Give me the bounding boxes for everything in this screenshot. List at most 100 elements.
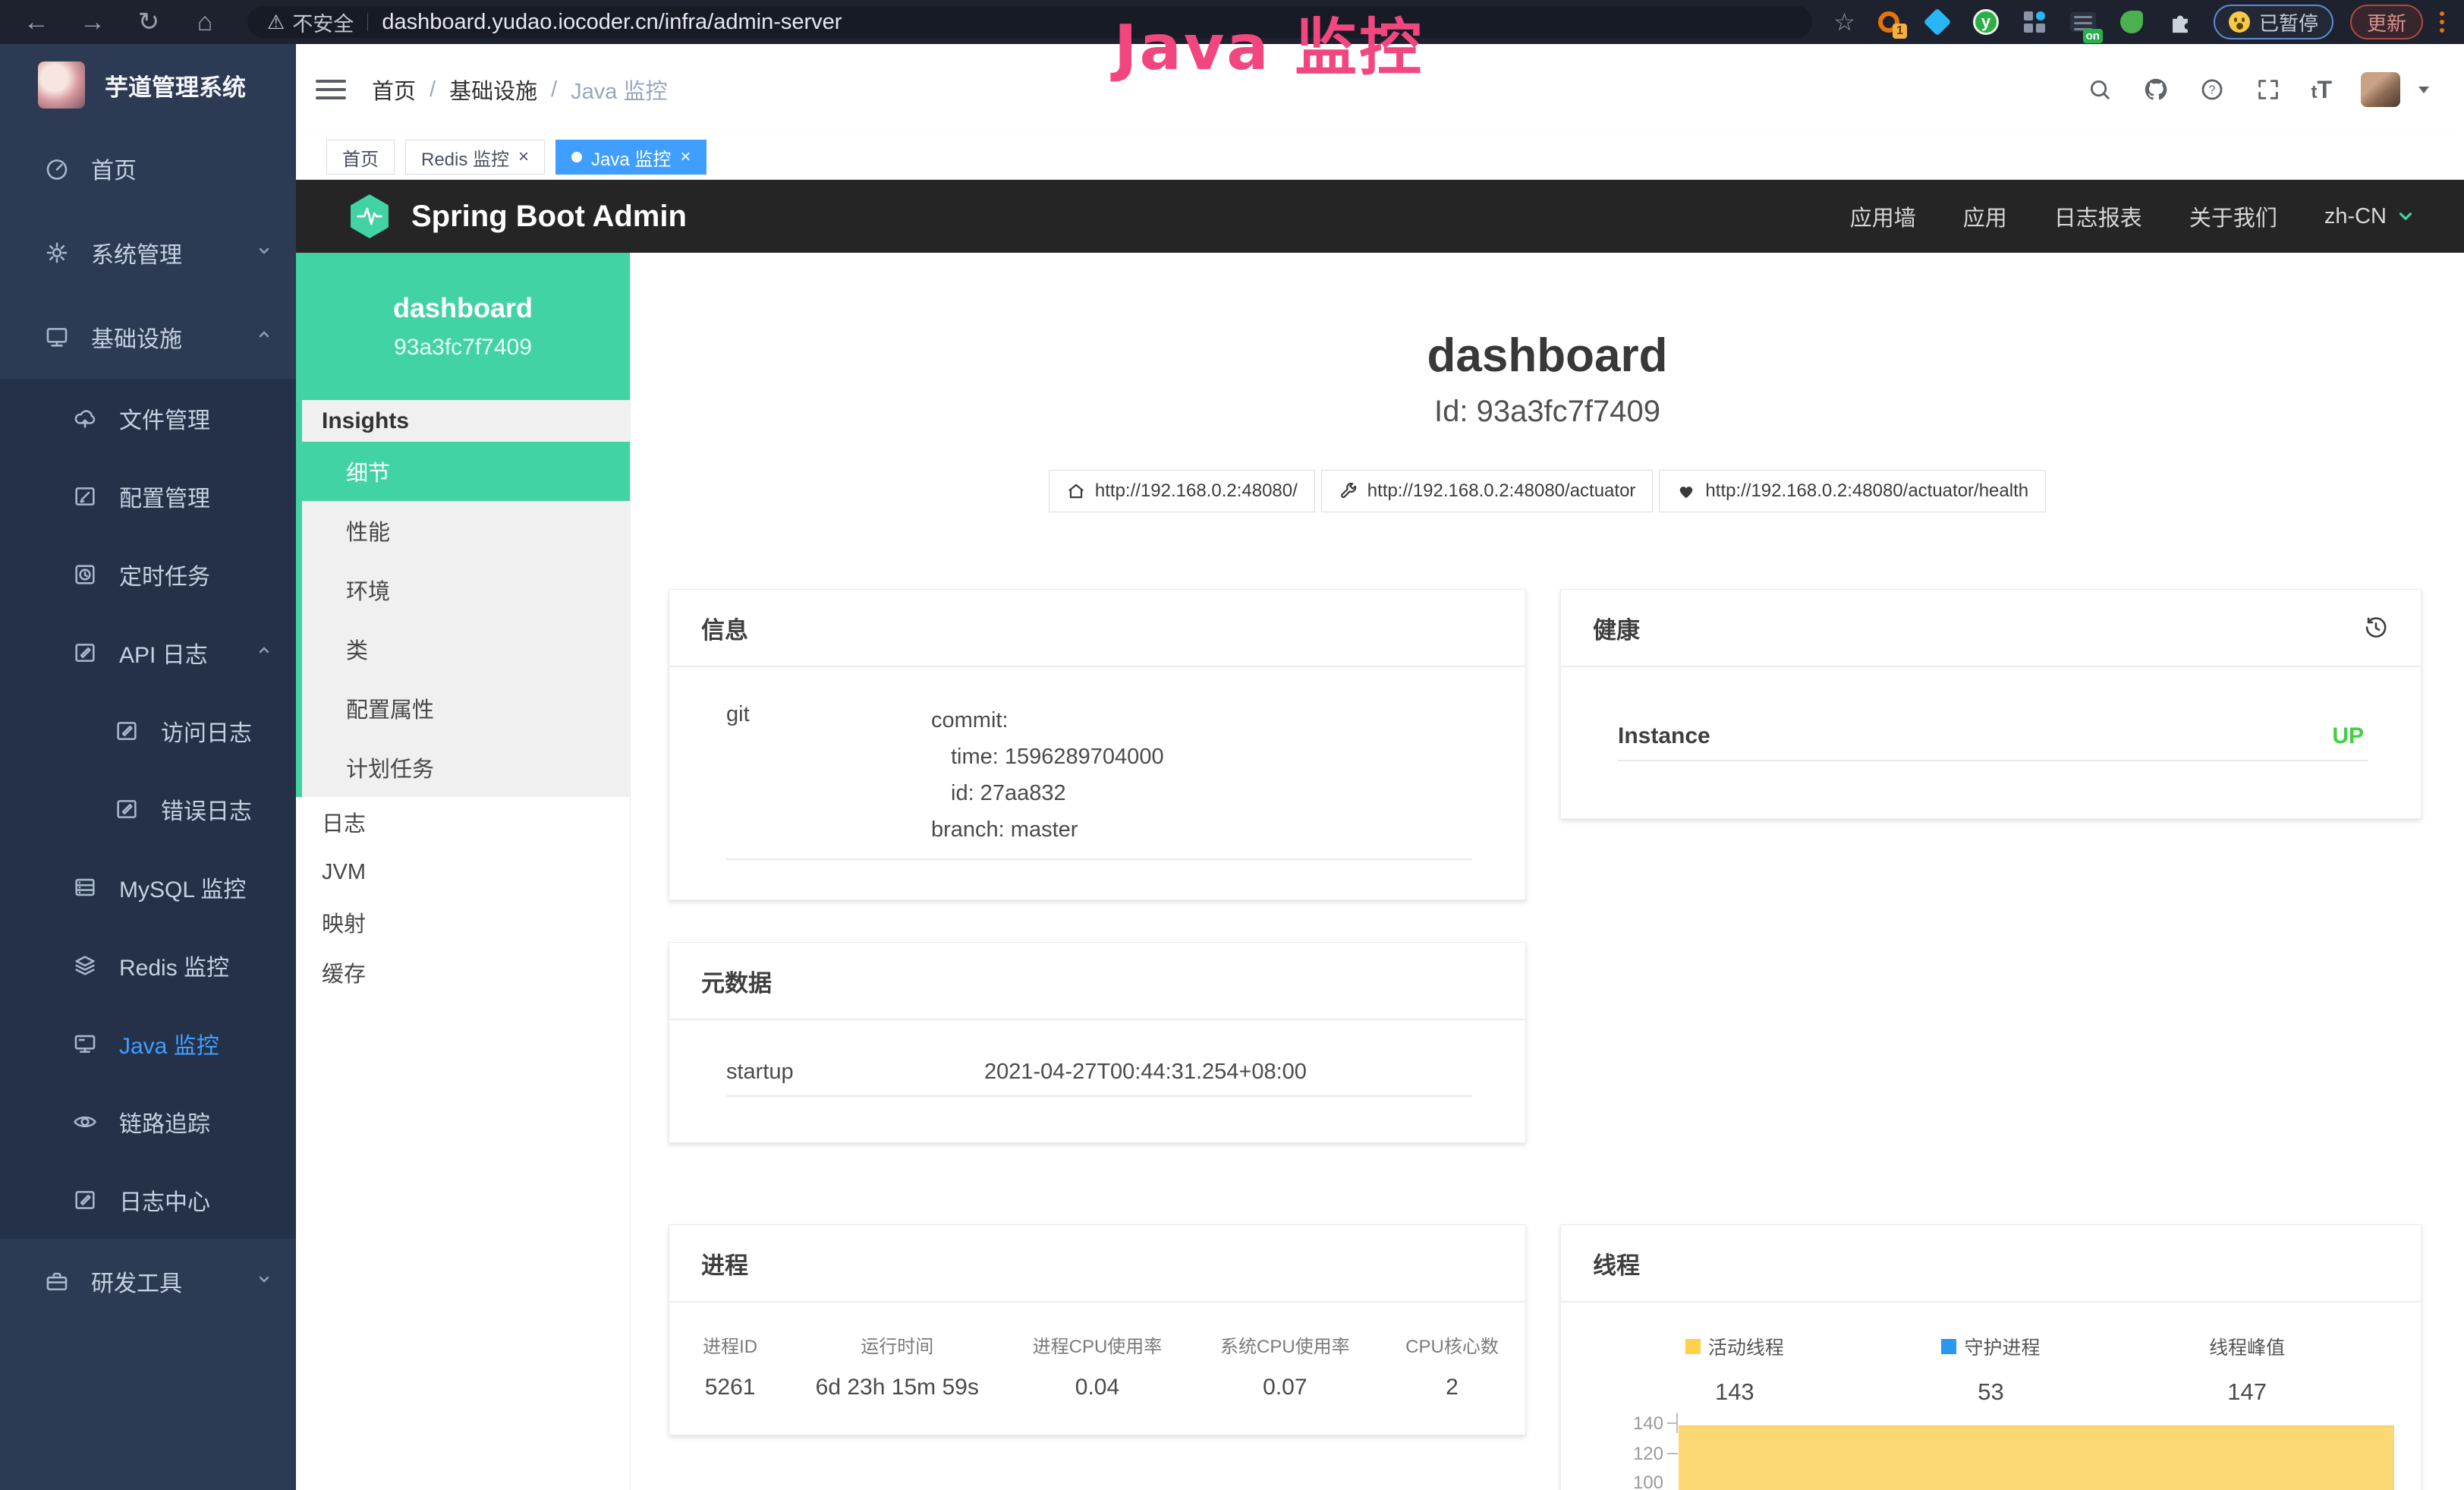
actuator-url-chip[interactable]: http://192.168.0.2:48080/actuator bbox=[1321, 470, 1654, 512]
monitor-icon bbox=[44, 324, 70, 350]
service-url-chip[interactable]: http://192.168.0.2:48080/ bbox=[1049, 470, 1315, 512]
github-icon[interactable] bbox=[2142, 76, 2170, 103]
legend-live-label: 活动线程 bbox=[1708, 1333, 1784, 1360]
close-icon[interactable]: × bbox=[518, 148, 529, 166]
chevron-up-icon bbox=[255, 640, 273, 666]
fullscreen-icon[interactable] bbox=[2255, 76, 2282, 103]
sidebar-item-log-center[interactable]: 日志中心 bbox=[0, 1161, 296, 1239]
extension-orange-icon[interactable]: 1 bbox=[1874, 7, 1904, 37]
sba-nav-about[interactable]: 关于我们 bbox=[2189, 200, 2277, 232]
process-table: 进程ID 运行时间 进程CPU使用率 系统CPU使用率 CPU核心数 5261 … bbox=[669, 1331, 1525, 1401]
sidebar-item-mysql[interactable]: MySQL 监控 bbox=[0, 848, 296, 926]
instance-nav-caches[interactable]: 缓存 bbox=[296, 947, 630, 997]
insight-item-configprops[interactable]: 配置属性 bbox=[302, 679, 630, 738]
instance-nav-jvm[interactable]: JVM bbox=[296, 847, 630, 897]
search-icon[interactable] bbox=[2086, 76, 2113, 103]
instance-nav-logging[interactable]: 日志 bbox=[296, 797, 630, 847]
security-label[interactable]: 不安全 bbox=[292, 8, 354, 37]
url-text[interactable]: dashboard.yudao.iocoder.cn/infra/admin-s… bbox=[382, 10, 842, 35]
active-dot-icon bbox=[571, 152, 582, 162]
sidebar-item-redis[interactable]: Redis 监控 bbox=[0, 926, 296, 1004]
reload-icon[interactable]: ↻ bbox=[129, 7, 168, 37]
sidebar-item-jobs[interactable]: 定时任务 bbox=[0, 535, 296, 613]
avatar[interactable] bbox=[2361, 72, 2400, 107]
header-actions: ? tT bbox=[2086, 72, 2429, 107]
sidebar-item-label: API 日志 bbox=[119, 636, 208, 669]
browser-menu-icon[interactable] bbox=[2431, 11, 2453, 33]
breadcrumb-infra[interactable]: 基础设施 bbox=[449, 74, 537, 106]
chevron-up-icon bbox=[255, 324, 273, 350]
sba-nav-wallboard[interactable]: 应用墙 bbox=[1850, 200, 1916, 232]
breadcrumb: 首页 / 基础设施 / Java 监控 bbox=[372, 74, 667, 106]
gauge-icon bbox=[44, 156, 70, 181]
insight-item-scheduled[interactable]: 计划任务 bbox=[302, 738, 630, 797]
insight-item-details[interactable]: 细节 bbox=[302, 442, 630, 501]
extension-leaf-icon[interactable] bbox=[2116, 7, 2147, 37]
sidebar-item-api-log[interactable]: API 日志 bbox=[0, 613, 296, 691]
health-url-chip[interactable]: http://192.168.0.2:48080/actuator/health bbox=[1659, 470, 2046, 512]
forward-icon[interactable]: → bbox=[73, 8, 112, 37]
history-icon[interactable] bbox=[2363, 615, 2389, 641]
avatar-caret-icon[interactable] bbox=[2418, 87, 2429, 93]
paused-profile-chip[interactable]: 已暂停 bbox=[2214, 5, 2333, 39]
sidebar-item-devtools[interactable]: 研发工具 bbox=[0, 1239, 296, 1323]
help-icon[interactable]: ? bbox=[2198, 76, 2226, 103]
sba-nav-journal[interactable]: 日志报表 bbox=[2054, 200, 2142, 232]
insight-item-environment[interactable]: 环境 bbox=[302, 560, 630, 619]
hamburger-icon[interactable] bbox=[316, 74, 346, 105]
ytick-100: 100 bbox=[1618, 1473, 1663, 1490]
sba-brand[interactable]: Spring Boot Admin bbox=[411, 200, 687, 234]
extensions-puzzle-icon[interactable] bbox=[2165, 7, 2195, 37]
sidebar-item-error-log[interactable]: 错误日志 bbox=[0, 770, 296, 848]
breadcrumb-current: Java 监控 bbox=[571, 74, 667, 106]
svg-text:?: ? bbox=[2209, 84, 2216, 97]
breadcrumb-home[interactable]: 首页 bbox=[372, 74, 416, 106]
tab-redis[interactable]: Redis 监控 × bbox=[405, 140, 545, 175]
sidebar-item-java[interactable]: Java 监控 bbox=[0, 1004, 296, 1082]
back-icon[interactable]: ← bbox=[17, 8, 56, 37]
info-key: git bbox=[726, 702, 931, 848]
sidebar-item-system[interactable]: 系统管理 bbox=[0, 210, 296, 295]
page-id: Id: 93a3fc7f7409 bbox=[631, 395, 2464, 429]
extension-y-icon[interactable]: y bbox=[1971, 7, 2001, 37]
y-axis-line bbox=[1676, 1413, 1678, 1433]
status-badge: UP bbox=[2332, 723, 2364, 749]
font-size-icon[interactable]: tT bbox=[2311, 76, 2332, 104]
sidebar-item-label: 访问日志 bbox=[161, 714, 252, 748]
locale-select[interactable]: zh-CN bbox=[2324, 204, 2415, 229]
legend-peak: 线程峰值 bbox=[2119, 1333, 2375, 1360]
address-bar[interactable]: ⚠ 不安全 dashboard.yudao.iocoder.cn/infra/a… bbox=[247, 6, 1812, 38]
update-button[interactable]: 更新 bbox=[2350, 5, 2423, 39]
insights-group: Insights 细节 性能 环境 类 配置属性 计划任务 bbox=[296, 400, 630, 797]
extension-pin-icon[interactable] bbox=[1922, 7, 1953, 37]
instance-header[interactable]: dashboard 93a3fc7f7409 bbox=[296, 253, 630, 400]
sidebar-item-infra[interactable]: 基础设施 bbox=[0, 295, 296, 379]
sys-cpu-value: 0.07 bbox=[1191, 1358, 1379, 1401]
doc-edit-icon bbox=[72, 640, 98, 666]
process-card-title: 进程 bbox=[669, 1225, 1525, 1303]
address-divider bbox=[367, 13, 368, 31]
tab-java[interactable]: Java 监控 × bbox=[555, 140, 706, 175]
sidebar-logo-row[interactable]: 芋道管理系统 bbox=[0, 44, 296, 126]
tab-home[interactable]: 首页 bbox=[326, 140, 395, 175]
extension-on-icon[interactable]: on bbox=[2068, 7, 2098, 37]
close-icon[interactable]: × bbox=[680, 148, 691, 166]
insights-header: Insights bbox=[302, 400, 630, 442]
home-icon[interactable]: ⌂ bbox=[185, 8, 225, 37]
instance-nav-mappings[interactable]: 映射 bbox=[296, 897, 630, 947]
sidebar-item-access-log[interactable]: 访问日志 bbox=[0, 691, 296, 770]
sidebar-item-trace[interactable]: 链路追踪 bbox=[0, 1082, 296, 1161]
insight-item-metrics[interactable]: 性能 bbox=[302, 501, 630, 560]
sidebar-item-files[interactable]: 文件管理 bbox=[0, 379, 296, 457]
emoji-face-icon bbox=[2229, 11, 2250, 33]
col-proc-cpu: 进程CPU使用率 bbox=[1003, 1331, 1191, 1358]
bookmark-star-icon[interactable]: ☆ bbox=[1833, 8, 1855, 36]
insight-item-beans[interactable]: 类 bbox=[302, 619, 630, 679]
sidebar-item-home[interactable]: 首页 bbox=[0, 126, 296, 210]
sba-nav-applications[interactable]: 应用 bbox=[1963, 200, 2007, 232]
metadata-row: startup 2021-04-27T00:44:31.254+08:00 bbox=[669, 1020, 1525, 1085]
breadcrumb-separator: / bbox=[430, 77, 436, 102]
legend-peak-label: 线程峰值 bbox=[2209, 1333, 2285, 1360]
sidebar-item-config[interactable]: 配置管理 bbox=[0, 457, 296, 535]
extension-grid-icon[interactable] bbox=[2019, 7, 2050, 37]
